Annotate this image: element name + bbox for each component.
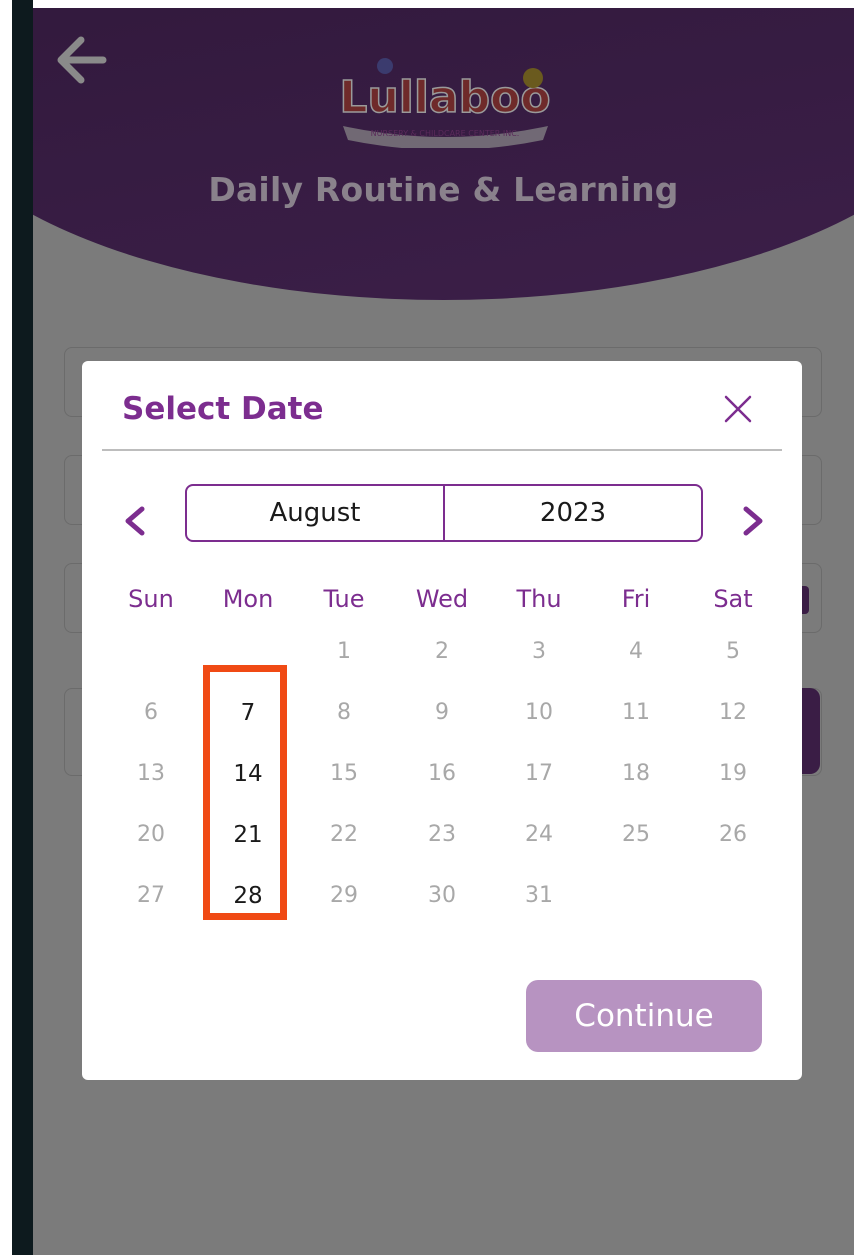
day-31: 31 — [525, 883, 553, 908]
close-icon[interactable] — [718, 389, 758, 429]
day-27: 27 — [137, 883, 165, 908]
day-26: 26 — [719, 822, 747, 847]
svg-text:Lullaboo: Lullaboo — [339, 72, 550, 123]
day-18: 18 — [622, 761, 650, 786]
lullaboo-logo: Lullaboo NURSERY & CHILDCARE CENTER INC. — [339, 58, 551, 148]
modal-divider — [102, 449, 782, 451]
day-10: 10 — [525, 700, 553, 725]
outer-margin — [0, 0, 12, 1255]
continue-button[interactable]: Continue — [526, 980, 762, 1052]
day-22: 22 — [330, 822, 358, 847]
select-date-modal: Select Date August 2023 Sun Mon Tue Wed Thu F… — [82, 361, 802, 1080]
day-2: 2 — [435, 639, 449, 664]
day-13: 13 — [137, 761, 165, 786]
day-8: 8 — [337, 700, 351, 725]
day-6: 6 — [144, 700, 158, 725]
page-title: Daily Routine & Learning — [208, 170, 679, 209]
day-29: 29 — [330, 883, 358, 908]
app-screen: Lullaboo NURSERY & CHILDCARE CENTER INC.… — [33, 8, 854, 1255]
day-25: 25 — [622, 822, 650, 847]
left-edge-strip — [12, 0, 33, 1255]
chevron-left-icon[interactable] — [120, 501, 150, 541]
weekday-tue: Tue — [323, 585, 365, 613]
day-30: 30 — [428, 883, 456, 908]
day-11: 11 — [622, 700, 650, 725]
day-16: 16 — [428, 761, 456, 786]
modal-title: Select Date — [122, 391, 324, 427]
day-23: 23 — [428, 822, 456, 847]
weekday-mon: Mon — [222, 585, 274, 613]
day-1: 1 — [337, 639, 351, 664]
day-19: 19 — [719, 761, 747, 786]
weekday-wed: Wed — [415, 585, 469, 613]
year-select[interactable]: 2023 — [445, 486, 701, 540]
month-select[interactable]: August — [187, 486, 445, 540]
weekday-thu: Thu — [516, 585, 562, 613]
day-17: 17 — [525, 761, 553, 786]
day-20: 20 — [137, 822, 165, 847]
chevron-right-icon[interactable] — [738, 501, 768, 541]
back-arrow-icon[interactable] — [51, 30, 111, 90]
month-year-selector: August 2023 — [185, 484, 703, 542]
svg-text:NURSERY & CHILDCARE CENTER INC: NURSERY & CHILDCARE CENTER INC. — [371, 129, 520, 138]
weekday-sun: Sun — [128, 585, 174, 613]
monday-highlight-box — [203, 665, 287, 920]
day-4: 4 — [629, 639, 643, 664]
day-15: 15 — [330, 761, 358, 786]
day-9: 9 — [435, 700, 449, 725]
day-12: 12 — [719, 700, 747, 725]
weekday-fri: Fri — [621, 585, 651, 613]
day-3: 3 — [532, 639, 546, 664]
weekday-sat: Sat — [713, 585, 753, 613]
day-24: 24 — [525, 822, 553, 847]
day-5: 5 — [726, 639, 740, 664]
